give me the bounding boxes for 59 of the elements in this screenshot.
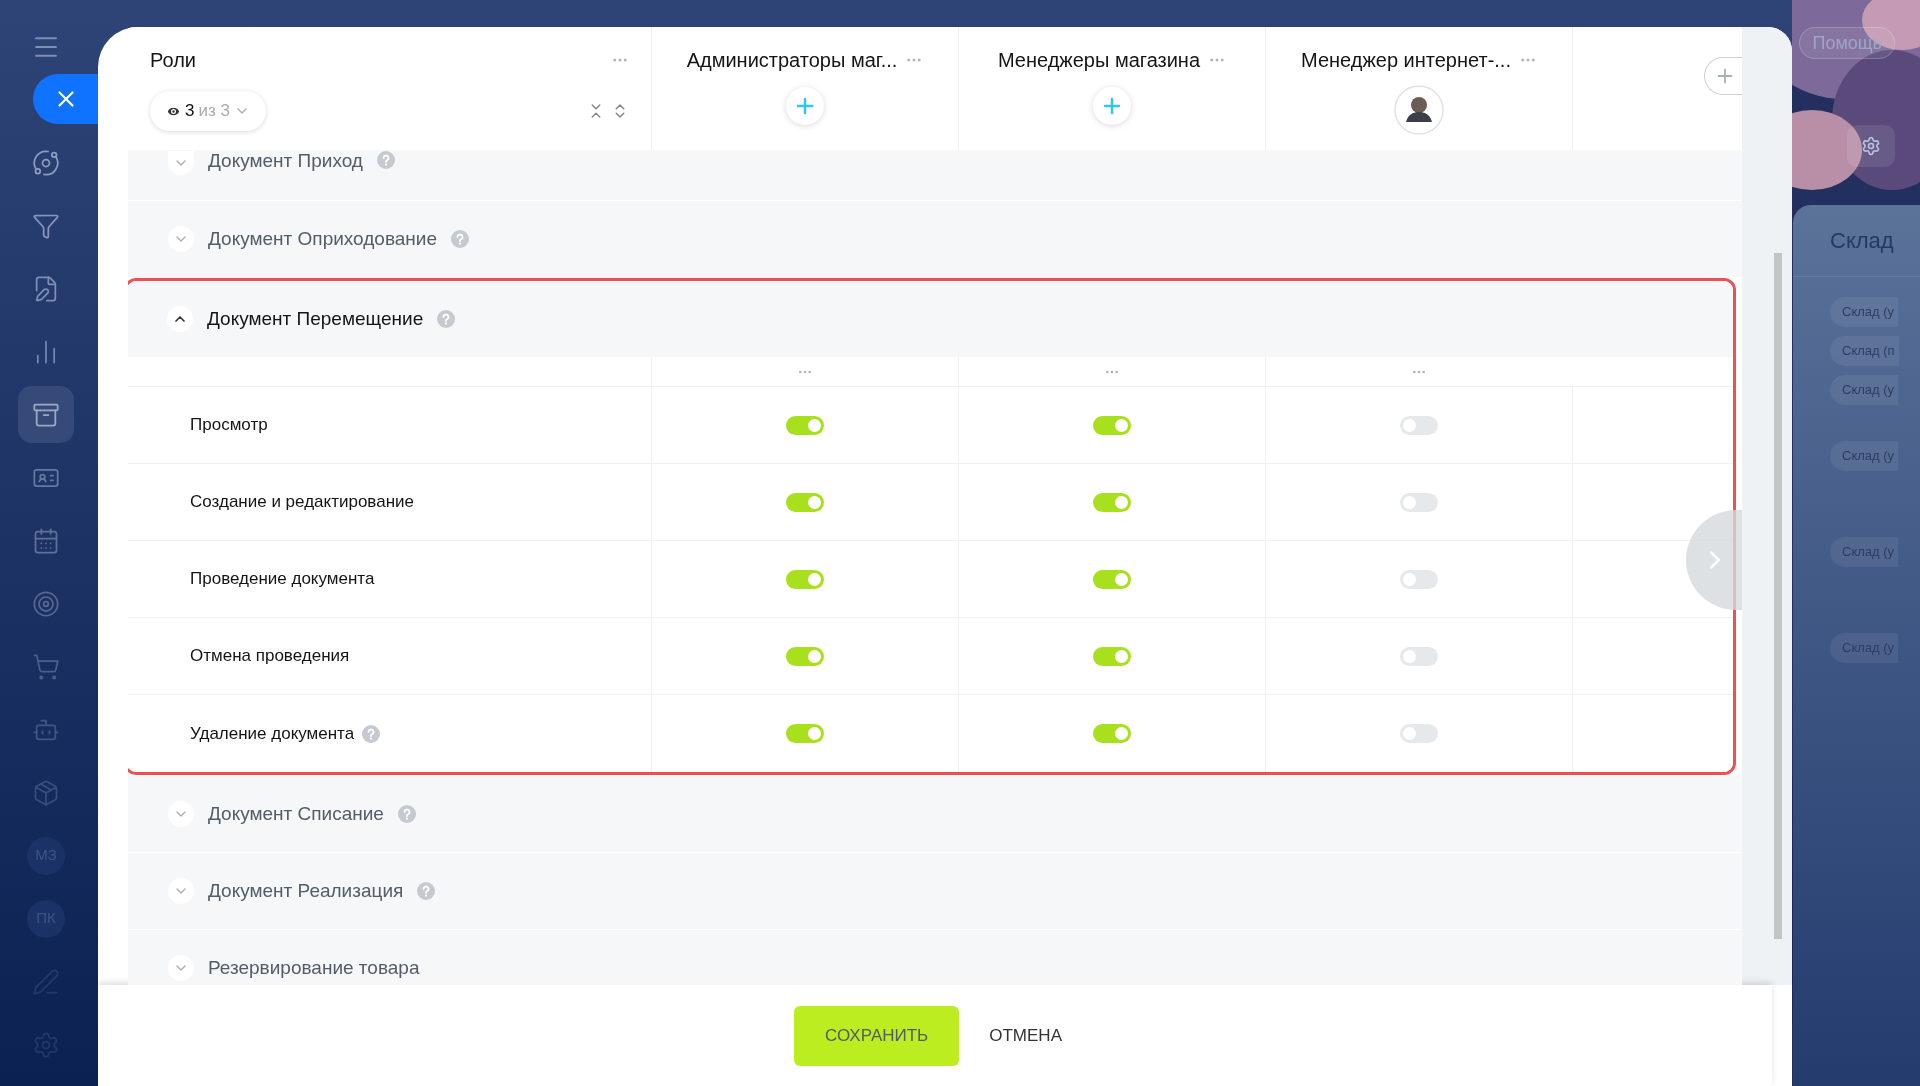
visibility-filter[interactable]: 3 из 3 [150, 91, 266, 131]
section-title: Документ Перемещение [207, 306, 424, 331]
settings-icon[interactable] [1847, 125, 1895, 167]
cancel-button[interactable]: ОТМЕНА [985, 1005, 1066, 1066]
toggle-switch[interactable] [786, 724, 824, 743]
save-button[interactable]: СОХРАНИТЬ [794, 1005, 960, 1066]
expand-button[interactable] [168, 151, 194, 175]
toggle-switch[interactable] [1400, 492, 1438, 512]
toggle-switch[interactable] [1093, 415, 1131, 435]
user-avatar[interactable] [1394, 85, 1444, 135]
panel-title: Склад [1830, 227, 1894, 255]
toggle-switch[interactable] [1093, 492, 1131, 512]
toggle-switch[interactable] [1400, 724, 1438, 743]
toggle-switch[interactable] [1400, 415, 1438, 435]
permission-label: Проведение документа [190, 568, 375, 591]
add-user-button[interactable] [786, 87, 824, 125]
toggle-switch[interactable] [786, 415, 824, 435]
section-title: Документ Оприходование [208, 226, 438, 251]
section-title: Документ Реализация [208, 878, 404, 903]
permission-label: Создание и редактирование [190, 491, 414, 514]
add-user-button[interactable] [1093, 87, 1131, 125]
toggle-switch[interactable] [1093, 646, 1131, 666]
toggle-switch[interactable] [786, 646, 824, 666]
role-title: Менеджер интернет-... [1301, 48, 1511, 73]
scrollbar[interactable] [1774, 253, 1782, 939]
archive-icon[interactable] [18, 386, 74, 443]
section-header[interactable]: Резервирование товара [128, 930, 1742, 985]
section-title: Резервирование товара [208, 955, 420, 980]
expand-button[interactable] [168, 801, 194, 827]
toggle-switch[interactable] [1093, 569, 1131, 589]
expand-button[interactable] [168, 878, 194, 904]
permission-label: Отмена проведения [190, 645, 350, 668]
section-header[interactable]: Документ Оприходование [128, 201, 1742, 277]
section-header[interactable]: Документ Реализация [128, 853, 1742, 929]
help-icon [437, 310, 456, 328]
section-title: Документ Списание [208, 801, 384, 826]
toggle-switch[interactable] [786, 569, 824, 589]
expand-button[interactable] [168, 226, 194, 252]
section-header[interactable]: Документ Списание [128, 776, 1742, 852]
role-title: Администраторы маг... [686, 48, 898, 73]
toggle-switch[interactable] [1400, 646, 1438, 666]
collapse-button[interactable] [167, 306, 193, 332]
close-button[interactable] [33, 74, 98, 124]
toggle-switch[interactable] [786, 492, 824, 512]
help-icon [362, 724, 381, 743]
help-icon [451, 230, 470, 248]
section-header[interactable]: Документ Перемещение [128, 281, 1733, 357]
section-title: Документ Приход [208, 150, 363, 173]
roles-title: Роли [150, 48, 196, 73]
toggle-switch[interactable] [1400, 569, 1438, 589]
permission-label: Удаление документа [190, 722, 355, 745]
expand-button[interactable] [168, 955, 194, 981]
toggle-switch[interactable] [1093, 724, 1131, 743]
section-header[interactable]: Документ Приход [128, 150, 1742, 200]
permission-label: Просмотр [190, 414, 268, 437]
help-icon [417, 882, 436, 900]
add-role-button[interactable] [1704, 57, 1742, 95]
role-title: Менеджеры магазина [997, 48, 1201, 73]
help-icon [397, 805, 416, 823]
